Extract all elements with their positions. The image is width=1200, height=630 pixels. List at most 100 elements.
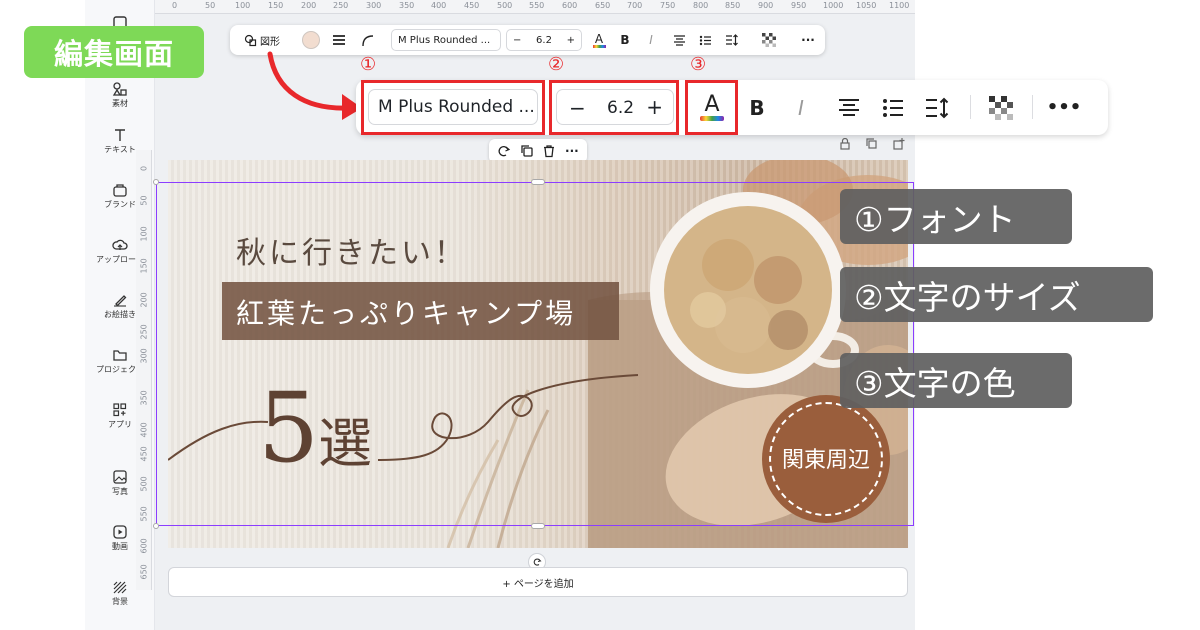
refresh-icon	[533, 558, 542, 566]
ruler-tick: 450	[464, 1, 480, 10]
text-icon	[115, 129, 125, 141]
line-spacing-icon	[926, 97, 949, 118]
highlight-font	[361, 80, 545, 135]
toolbar-divider	[1032, 95, 1033, 119]
decrease-size-button[interactable]: −	[513, 35, 521, 46]
marker-2: ②	[548, 54, 565, 75]
ruler-tick: 150	[139, 258, 149, 274]
ruler-tick: 600	[562, 1, 578, 10]
more-actions-icon[interactable]: ···	[565, 144, 579, 158]
ruler-tick: 1050	[856, 1, 877, 10]
corner-icon	[361, 34, 373, 46]
ruler-tick: 550	[529, 1, 545, 10]
resize-handle-corner[interactable]	[153, 179, 159, 185]
sidebar-label: 素材	[112, 99, 128, 108]
transparency-button-small[interactable]	[760, 25, 778, 55]
align-center-icon	[673, 34, 685, 46]
ruler-tick: 450	[139, 446, 149, 462]
ruler-tick: 100	[139, 226, 149, 242]
brand-icon	[113, 184, 127, 197]
marker-3: ③	[690, 54, 707, 75]
upload-icon	[112, 239, 128, 250]
list-button-small[interactable]	[696, 25, 714, 55]
ruler-tick: 400	[431, 1, 447, 10]
callout-size: ②文字のサイズ	[840, 267, 1153, 322]
more-button[interactable]: •••	[1046, 80, 1082, 135]
callout-color: ③文字の色	[840, 353, 1072, 408]
ruler-tick: 200	[301, 1, 317, 10]
ruler-tick: 1000	[823, 1, 844, 10]
sidebar-item-elements[interactable]: 素材	[85, 82, 155, 109]
marker-1: ①	[360, 54, 377, 75]
align-center-icon	[839, 98, 859, 116]
spacing-button-small[interactable]	[722, 25, 740, 55]
duplicate-icon[interactable]	[520, 144, 534, 158]
italic-button-small[interactable]: I	[642, 25, 660, 55]
ruler-top: 0 50 100 150 200 250 300 350 400 450 500…	[155, 0, 915, 14]
align-button-small[interactable]	[670, 25, 688, 55]
resize-handle-bottom[interactable]	[531, 523, 545, 529]
line-spacing-icon	[725, 34, 738, 46]
ruler-tick: 750	[660, 1, 676, 10]
ruler-tick: 650	[139, 564, 149, 580]
increase-size-button[interactable]: +	[567, 35, 575, 46]
selection-frame	[156, 182, 914, 526]
ruler-tick: 50	[205, 1, 216, 10]
ruler-tick: 400	[139, 422, 149, 438]
ruler-left: 0 50 100 150 200 250 300 350 400 450 500…	[136, 150, 152, 590]
apps-icon	[113, 403, 127, 417]
text-color-button-small[interactable]: A	[588, 25, 610, 55]
elements-icon	[112, 82, 127, 96]
ruler-tick: 500	[497, 1, 513, 10]
list-button[interactable]	[878, 80, 908, 135]
resize-handle-corner[interactable]	[153, 523, 159, 529]
folder-icon	[113, 350, 127, 361]
ruler-tick: 0	[139, 165, 149, 172]
ruler-tick: 500	[139, 476, 149, 492]
rotate-icon[interactable]	[497, 144, 511, 158]
bold-button-small[interactable]: B	[616, 25, 634, 55]
ruler-tick: 850	[725, 1, 741, 10]
font-size-stepper-small: − 6.2 +	[506, 29, 582, 51]
bold-button[interactable]: B	[742, 80, 772, 135]
italic-button[interactable]: I	[786, 80, 816, 135]
ruler-tick: 600	[139, 538, 149, 554]
align-button[interactable]	[834, 80, 864, 135]
more-button-small[interactable]: ···	[798, 25, 818, 55]
ruler-tick: 350	[399, 1, 415, 10]
fill-color-dot	[302, 31, 320, 49]
ruler-tick: 300	[139, 348, 149, 364]
shape-label: 図形	[260, 36, 280, 48]
ruler-tick: 150	[268, 1, 284, 10]
resize-handle-top[interactable]	[531, 179, 545, 185]
annotation-badge: 編集画面	[24, 26, 204, 78]
transparency-icon	[989, 95, 1013, 120]
draw-icon	[114, 295, 127, 307]
border-weight-icon	[333, 35, 345, 45]
font-size-value[interactable]: 6.2	[536, 35, 552, 46]
ruler-tick: 250	[139, 324, 149, 340]
ruler-tick: 200	[139, 292, 149, 308]
highlight-color	[685, 80, 738, 135]
add-page-icon[interactable]	[893, 138, 905, 150]
background-icon	[113, 581, 127, 594]
transparency-button[interactable]	[984, 80, 1018, 135]
trash-icon[interactable]	[542, 144, 556, 158]
add-page-button[interactable]: + ページを追加	[168, 567, 908, 597]
spacing-button[interactable]	[922, 80, 952, 135]
callout-font: ①フォント	[840, 189, 1072, 244]
ruler-tick: 0	[172, 1, 178, 10]
ruler-tick: 250	[333, 1, 349, 10]
ruler-tick: 950	[791, 1, 807, 10]
ruler-tick: 1100	[889, 1, 910, 10]
ruler-tick: 300	[366, 1, 382, 10]
lock-icon[interactable]	[839, 138, 851, 150]
copy-page-icon[interactable]	[866, 138, 878, 150]
ruler-tick: 550	[139, 506, 149, 522]
toolbar-divider	[970, 95, 971, 119]
transparency-icon	[762, 33, 776, 47]
font-select-small[interactable]: M Plus Rounded ...	[391, 29, 501, 51]
font-name: M Plus Rounded ...	[398, 34, 491, 46]
ruler-tick: 50	[139, 195, 149, 206]
list-icon	[699, 35, 711, 45]
